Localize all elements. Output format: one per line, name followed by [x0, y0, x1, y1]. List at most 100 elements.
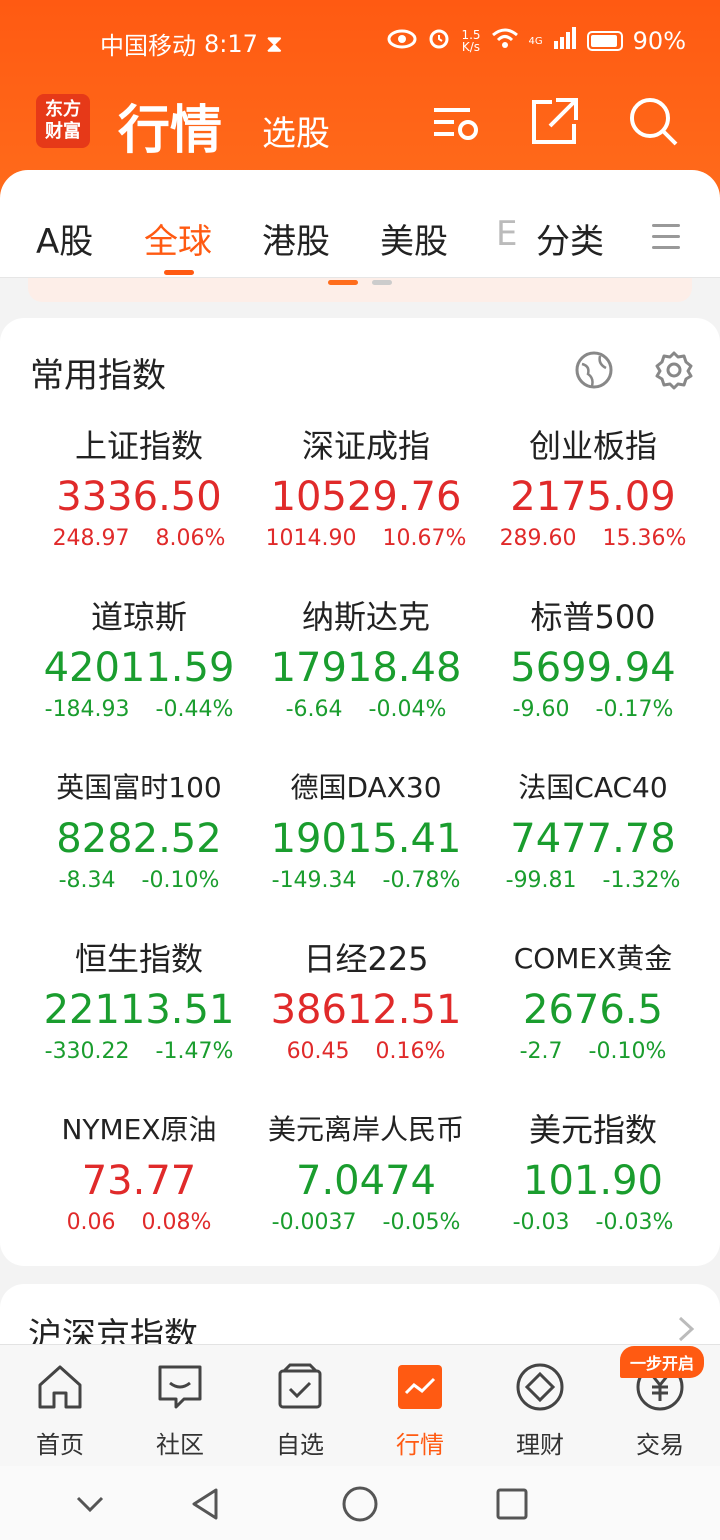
index-change: 1014.90	[265, 526, 357, 551]
search-icon[interactable]	[626, 94, 682, 150]
app-logo[interactable]: 东方 财富	[36, 94, 90, 148]
index-percent: 15.36%	[602, 526, 687, 551]
index-price: 5699.94	[510, 645, 676, 691]
index-change-row: -8.34 -0.10%	[19, 868, 259, 893]
alarm-icon	[427, 26, 451, 56]
index-name: 德国DAX30	[290, 771, 442, 804]
tab-us-shares[interactable]: 美股	[380, 214, 448, 263]
index-change: -9.60	[512, 697, 570, 722]
active-tab-indicator	[164, 270, 194, 275]
nav-community[interactable]: 社区	[120, 1361, 240, 1460]
index-price: 2676.5	[523, 987, 663, 1033]
status-bar: 中国移动 8:17 ⧗ 1.5 K/s 4G 90%	[0, 0, 720, 80]
recents-icon[interactable]	[492, 1484, 532, 1524]
home-circle-icon[interactable]	[340, 1484, 380, 1524]
index-cell[interactable]: 法国CAC40 7477.78 -99.81 -1.32%	[473, 766, 713, 936]
index-cell[interactable]: 深证成指 10529.76 1014.90 10.67%	[246, 424, 486, 594]
settings-list-icon[interactable]	[428, 94, 484, 150]
eye-icon	[387, 27, 417, 55]
signal-type-label: 4G	[528, 35, 543, 47]
signal-icon	[553, 27, 577, 55]
index-change: -330.22	[44, 1039, 130, 1064]
index-name: 恒生指数	[74, 940, 203, 978]
tab-category[interactable]: 分类	[536, 214, 604, 263]
index-price: 17918.48	[270, 645, 462, 691]
index-cell[interactable]: 上证指数 3336.50 248.97 8.06%	[19, 424, 259, 594]
index-cell[interactable]: 创业板指 2175.09 289.60 15.36%	[473, 424, 713, 594]
index-cell[interactable]: 标普500 5699.94 -9.60 -0.17%	[473, 595, 713, 765]
index-cell[interactable]: NYMEX原油 73.77 0.06 0.08%	[19, 1108, 259, 1278]
promo-badge[interactable]: 一步开启	[620, 1346, 705, 1378]
diamond-icon	[514, 1361, 566, 1413]
share-icon[interactable]	[526, 94, 582, 150]
battery-icon	[586, 31, 623, 51]
index-name: 美元指数	[528, 1111, 657, 1149]
page-title: 行情	[118, 101, 223, 161]
index-change-row: -330.22 -1.47%	[19, 1039, 259, 1064]
globe-icon[interactable]	[574, 350, 614, 390]
index-price: 3336.50	[56, 474, 222, 520]
common-indices-card: 常用指数 上证指数 3336.50 248.97 8.06% 深证成指 10529.76 1…	[0, 318, 720, 1266]
index-name: 日经225	[303, 940, 429, 978]
tab-global[interactable]: 全球	[144, 214, 212, 263]
market-tabs: A股 全球 港股 美股 E 分类	[0, 170, 720, 278]
market-chart-icon	[394, 1361, 446, 1413]
nav-wealth[interactable]: 理财	[480, 1361, 600, 1460]
tab-hk-shares[interactable]: 港股	[262, 214, 330, 263]
index-percent: 10.67%	[382, 526, 467, 551]
index-cell[interactable]: 道琼斯 42011.59 -184.93 -0.44%	[19, 595, 259, 765]
index-percent: -0.10%	[588, 1039, 667, 1064]
index-cell[interactable]: 德国DAX30 19015.41 -149.34 -0.78%	[246, 766, 486, 936]
gear-icon[interactable]	[654, 350, 694, 390]
index-change-row: -0.0037 -0.05%	[246, 1210, 486, 1235]
index-cell[interactable]: 日经225 38612.51 60.45 0.16%	[246, 937, 486, 1107]
index-name: NYMEX原油	[61, 1113, 217, 1146]
section-title: 常用指数	[30, 356, 166, 396]
stock-picker-link[interactable]: 选股	[262, 106, 330, 155]
battery-level: 90%	[632, 27, 686, 55]
nav-watchlist[interactable]: 自选	[240, 1361, 360, 1460]
index-percent: -0.05%	[382, 1210, 461, 1235]
chevron-right-icon[interactable]	[676, 1314, 696, 1344]
index-name: COMEX黄金	[513, 942, 673, 975]
carrier-label: 中国移动	[100, 32, 196, 60]
index-name: 标普500	[530, 598, 656, 636]
index-change-row: 0.06 0.08%	[19, 1210, 259, 1235]
index-price: 42011.59	[43, 645, 235, 691]
index-cell[interactable]: 美元离岸人民币 7.0474 -0.0037 -0.05%	[246, 1108, 486, 1278]
back-icon[interactable]	[186, 1484, 226, 1524]
index-cell[interactable]: 英国富时100 8282.52 -8.34 -0.10%	[19, 766, 259, 936]
system-nav-bar	[0, 1466, 720, 1540]
index-percent: -0.17%	[595, 697, 674, 722]
index-change: -6.64	[285, 697, 343, 722]
banner-indicator-active	[328, 280, 358, 285]
tab-menu-icon[interactable]	[652, 224, 680, 250]
index-cell[interactable]: 纳斯达克 17918.48 -6.64 -0.04%	[246, 595, 486, 765]
network-speed: 1.5 K/s	[461, 28, 481, 54]
index-name: 美元离岸人民币	[267, 1113, 464, 1146]
index-change-row: -99.81 -1.32%	[473, 868, 713, 893]
index-percent: -0.04%	[368, 697, 447, 722]
chevron-down-icon[interactable]	[70, 1484, 110, 1524]
index-change-row: 60.45 0.16%	[246, 1039, 486, 1064]
index-cell[interactable]: COMEX黄金 2676.5 -2.7 -0.10%	[473, 937, 713, 1107]
tab-a-shares[interactable]: A股	[36, 214, 93, 263]
index-percent: -0.44%	[155, 697, 234, 722]
index-percent: -0.78%	[382, 868, 461, 893]
index-change-row: 289.60 15.36%	[473, 526, 713, 551]
index-price: 10529.76	[270, 474, 462, 520]
index-price: 38612.51	[270, 987, 462, 1033]
index-cell[interactable]: 恒生指数 22113.51 -330.22 -1.47%	[19, 937, 259, 1107]
index-name: 纳斯达克	[301, 598, 430, 636]
index-price: 19015.41	[270, 816, 462, 862]
index-name: 英国富时100	[56, 771, 222, 804]
index-price: 101.90	[523, 1158, 663, 1204]
tab-partial[interactable]: E	[496, 214, 522, 258]
nav-home[interactable]: 首页	[0, 1361, 120, 1460]
index-cell[interactable]: 美元指数 101.90 -0.03 -0.03%	[473, 1108, 713, 1278]
index-name: 道琼斯	[90, 598, 187, 636]
index-change: 289.60	[499, 526, 577, 551]
banner[interactable]	[28, 278, 692, 302]
nav-market[interactable]: 行情	[360, 1361, 480, 1460]
index-percent: 8.06%	[155, 526, 226, 551]
